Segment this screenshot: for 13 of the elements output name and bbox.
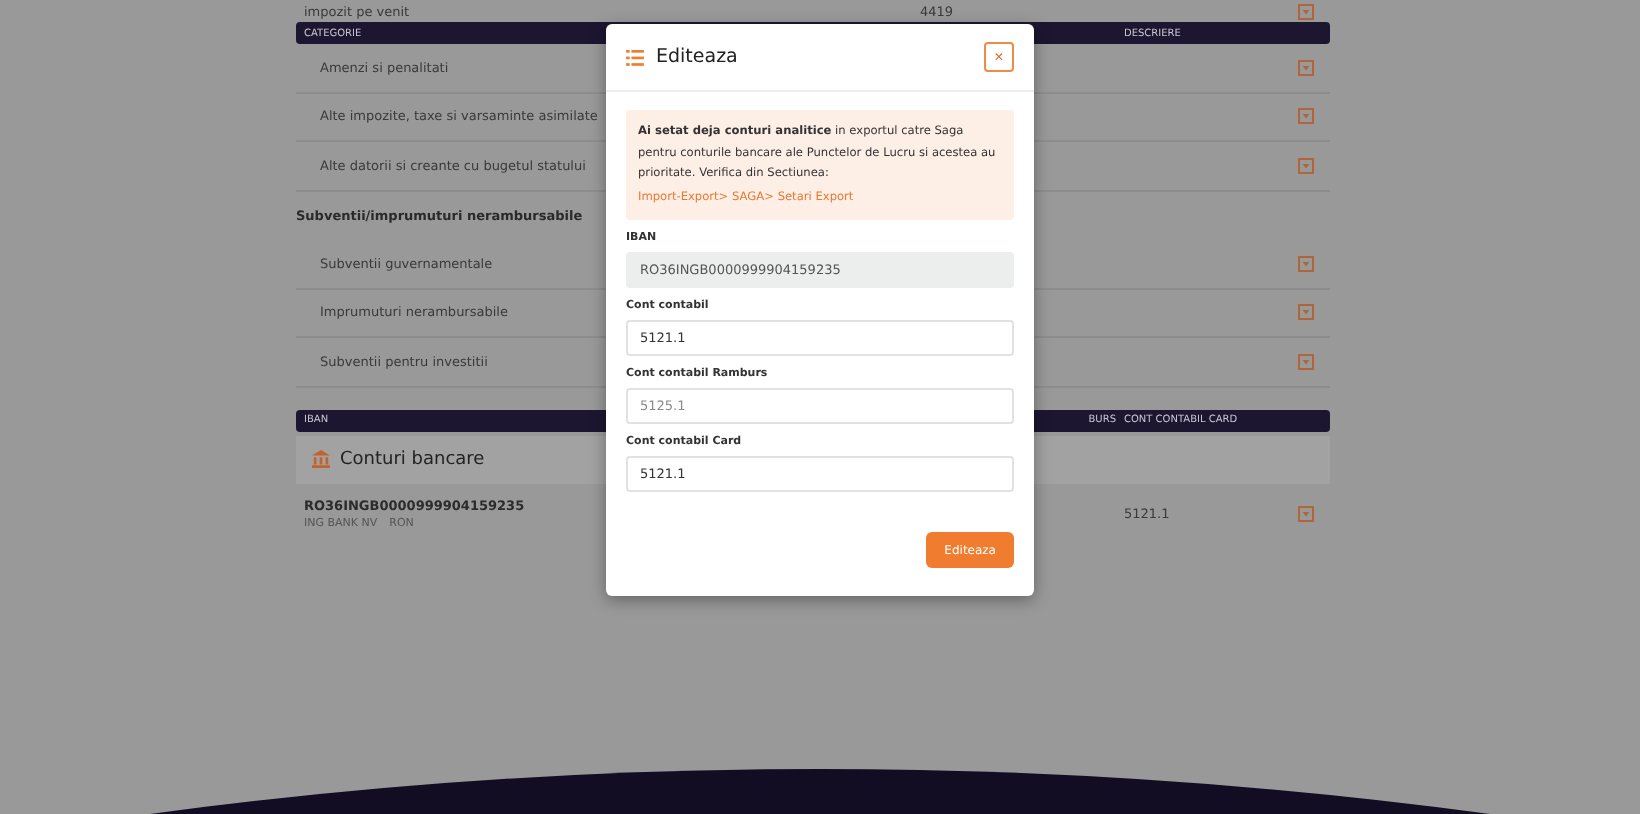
expand-icon[interactable] — [1298, 3, 1314, 19]
section-title: Conturi bancare — [340, 449, 485, 469]
expand-icon[interactable] — [1298, 59, 1314, 76]
list-icon — [626, 49, 644, 65]
close-button[interactable]: × — [984, 42, 1014, 72]
expand-icon[interactable] — [1298, 108, 1314, 125]
expand-icon[interactable] — [1298, 505, 1314, 521]
bank-icon — [312, 450, 330, 468]
expand-icon[interactable] — [1298, 353, 1314, 370]
expand-icon[interactable] — [1298, 157, 1314, 174]
expand-icon[interactable] — [1298, 304, 1314, 321]
expand-icon[interactable] — [1298, 255, 1314, 272]
dialog-title: Editeaza — [656, 46, 740, 68]
